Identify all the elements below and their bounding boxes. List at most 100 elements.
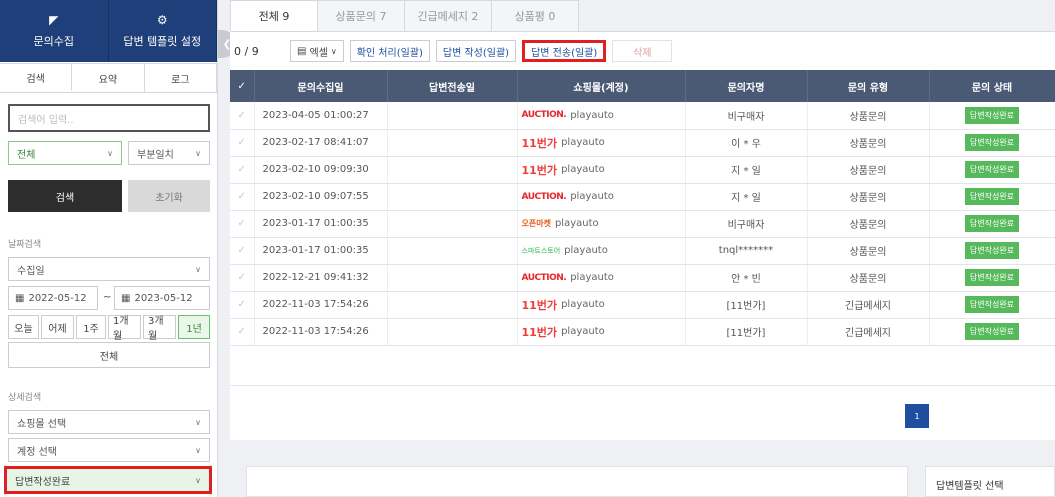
row-checkbox[interactable]: ✓ bbox=[238, 272, 246, 283]
collected-date-cell: 2022-11-03 17:54:26 bbox=[254, 291, 388, 319]
empty-row bbox=[230, 345, 1055, 386]
match-select-value: 부분일치 bbox=[137, 149, 174, 161]
period-yesterday[interactable]: 어제 bbox=[41, 315, 74, 339]
col-inquiry-status[interactable]: 문의 상태 bbox=[929, 70, 1055, 102]
delete-button[interactable]: 삭제 bbox=[612, 40, 673, 62]
row-checkbox[interactable]: ✓ bbox=[238, 191, 246, 202]
table-row[interactable]: ✓ 2023-02-10 09:07:55 AUCTION. playauto 지 * … bbox=[230, 183, 1055, 211]
status-badge: 답변작성완료 bbox=[964, 215, 1020, 232]
subtab-log[interactable]: 로그 bbox=[144, 63, 217, 92]
row-checkbox[interactable]: ✓ bbox=[238, 245, 246, 256]
mall-account: playauto bbox=[561, 326, 605, 337]
tab-all[interactable]: 전체 9 bbox=[230, 0, 318, 31]
collect-inquiries-label: 문의수집 bbox=[33, 35, 74, 48]
table-row[interactable]: ✓ 2022-11-03 17:54:26 11번가 playauto [11번가] 긴급… bbox=[230, 318, 1055, 346]
mall-logo: AUCTION. bbox=[521, 110, 567, 121]
table-row[interactable]: ✓ 2022-11-03 17:54:26 11번가 playauto [11번가] 긴급… bbox=[230, 291, 1055, 319]
table-row[interactable]: ✓ 2023-02-10 09:09:30 11번가 playauto 지 * 일 상품문… bbox=[230, 156, 1055, 184]
date-to-value: 2023-05-12 bbox=[134, 292, 193, 304]
status-badge: 답변작성완료 bbox=[964, 269, 1020, 286]
collected-date-cell: 2023-02-10 09:09:30 bbox=[254, 156, 388, 184]
table-row[interactable]: ✓ 2023-02-17 08:41:07 11번가 playauto 이 * 우 상품문… bbox=[230, 129, 1055, 157]
row-checkbox[interactable]: ✓ bbox=[238, 218, 246, 229]
chevron-down-icon: ∨ bbox=[195, 264, 201, 274]
row-checkbox[interactable]: ✓ bbox=[238, 137, 246, 148]
match-select[interactable]: 부분일치 ∨ bbox=[128, 141, 210, 165]
period-1month[interactable]: 1개월 bbox=[108, 315, 141, 342]
date-type-select[interactable]: 수집일 ∨ bbox=[8, 257, 210, 281]
subtab-summary[interactable]: 요약 bbox=[72, 63, 145, 92]
sent-date-cell bbox=[387, 291, 518, 319]
excel-button[interactable]: ▤ 엑셀 ∨ bbox=[290, 40, 344, 62]
row-checkbox[interactable]: ✓ bbox=[238, 110, 246, 121]
inquirer-name-cell: 이 * 우 bbox=[685, 129, 808, 157]
tab-product-inquiry[interactable]: 상품문의 7 bbox=[317, 0, 405, 31]
inquiry-type-cell: 상품문의 bbox=[807, 129, 930, 157]
date-from-input[interactable]: ▦ 2022-05-12 bbox=[8, 286, 98, 310]
mall-logo: AUCTION. bbox=[521, 191, 567, 202]
inquiry-type-cell: 상품문의 bbox=[807, 264, 930, 292]
inquirer-name-cell: [11번가] bbox=[685, 291, 808, 319]
period-3months[interactable]: 3개월 bbox=[143, 315, 176, 342]
chevron-down-icon: ∨ bbox=[195, 148, 201, 158]
mall-select-value: 쇼핑몰 선택 bbox=[17, 418, 67, 430]
template-select[interactable]: 답변템플릿 선택 bbox=[925, 466, 1055, 497]
inquirer-name-cell: 비구매자 bbox=[685, 102, 808, 130]
mall-logo: AUCTION. bbox=[521, 272, 567, 283]
search-input[interactable]: 검색어 입력.. bbox=[8, 104, 210, 132]
sent-date-cell bbox=[387, 156, 518, 184]
mall-logo: 11번가 bbox=[521, 325, 558, 339]
chevron-down-icon: ∨ bbox=[330, 46, 337, 56]
chevron-down-icon: ∨ bbox=[107, 148, 113, 158]
page-1-button[interactable]: 1 bbox=[905, 404, 929, 428]
mall-account: playauto bbox=[570, 272, 614, 283]
table-row[interactable]: ✓ 2023-01-17 01:00:35 오픈마켓 playauto 비구매자 상품문의… bbox=[230, 210, 1055, 238]
mall-logo: 11번가 bbox=[521, 163, 558, 177]
answer-template-settings-button[interactable]: ⚙ 답변 템플릿 설정 bbox=[108, 0, 217, 62]
select-all-checkbox[interactable]: ✓ bbox=[230, 70, 255, 102]
bulk-confirm-button[interactable]: 확인 처리(일괄) bbox=[349, 40, 430, 62]
table-row[interactable]: ✓ 2023-01-17 01:00:35 스마트스토어 playauto tnql**… bbox=[230, 237, 1055, 265]
tab-product-review[interactable]: 상품평 0 bbox=[491, 0, 579, 31]
col-collected-date[interactable]: 문의수집일 bbox=[254, 70, 388, 102]
bulk-write-answer-button[interactable]: 답변 작성(일괄) bbox=[435, 40, 517, 62]
collect-inquiries-button[interactable]: ◤ 문의수집 bbox=[0, 0, 109, 62]
col-inquirer-name[interactable]: 문의자명 bbox=[685, 70, 808, 102]
account-select[interactable]: 계정 선택 ∨ bbox=[8, 438, 210, 462]
inquirer-name-cell: [11번가] bbox=[685, 318, 808, 346]
inquirer-name-cell: 안 * 빈 bbox=[685, 264, 808, 292]
mall-select[interactable]: 쇼핑몰 선택 ∨ bbox=[8, 410, 210, 434]
status-select[interactable]: 답변작성완료 ∨ bbox=[4, 466, 212, 494]
status-select-value: 답변작성완료 bbox=[15, 476, 71, 488]
status-badge: 답변작성완료 bbox=[964, 106, 1020, 124]
collected-date-cell: 2023-04-05 01:00:27 bbox=[254, 102, 388, 130]
search-button[interactable]: 검색 bbox=[8, 180, 122, 212]
mall-account: playauto bbox=[570, 191, 614, 202]
col-mall-account[interactable]: 쇼핑몰(계정) bbox=[517, 70, 686, 102]
period-1week[interactable]: 1주 bbox=[76, 315, 106, 339]
reset-button[interactable]: 초기화 bbox=[128, 180, 210, 212]
detail-section-label: 상세검색 bbox=[8, 393, 42, 403]
sent-date-cell bbox=[387, 102, 518, 130]
collected-date-cell: 2022-11-03 17:54:26 bbox=[254, 318, 388, 346]
row-checkbox[interactable]: ✓ bbox=[238, 164, 246, 175]
col-sent-date[interactable]: 답변전송일 bbox=[387, 70, 518, 102]
row-checkbox[interactable]: ✓ bbox=[238, 326, 246, 337]
table-row[interactable]: ✓ 2023-04-05 01:00:27 AUCTION. playauto 비구매자… bbox=[230, 102, 1055, 130]
period-1year[interactable]: 1년 bbox=[178, 315, 210, 339]
tab-urgent-message[interactable]: 긴급메세지 2 bbox=[404, 0, 492, 31]
mall-logo: 11번가 bbox=[521, 136, 558, 150]
subtab-search[interactable]: 검색 bbox=[0, 63, 73, 92]
date-to-input[interactable]: ▦ 2023-05-12 bbox=[114, 286, 210, 310]
row-checkbox[interactable]: ✓ bbox=[238, 299, 246, 310]
table-row[interactable]: ✓ 2022-12-21 09:41:32 AUCTION. playauto 안 * … bbox=[230, 264, 1055, 292]
scope-select[interactable]: 전체 ∨ bbox=[8, 141, 122, 165]
collected-date-cell: 2023-02-17 08:41:07 bbox=[254, 129, 388, 157]
period-today[interactable]: 오늘 bbox=[8, 315, 39, 339]
status-badge: 답변작성완료 bbox=[964, 188, 1020, 205]
bulk-send-answer-button[interactable]: 답변 전송(일괄) bbox=[522, 40, 607, 62]
inquirer-name-cell: 지 * 일 bbox=[685, 183, 808, 211]
account-select-value: 계정 선택 bbox=[17, 446, 57, 458]
col-inquiry-type[interactable]: 문의 유형 bbox=[807, 70, 930, 102]
all-period-button[interactable]: 전체 bbox=[8, 342, 210, 368]
